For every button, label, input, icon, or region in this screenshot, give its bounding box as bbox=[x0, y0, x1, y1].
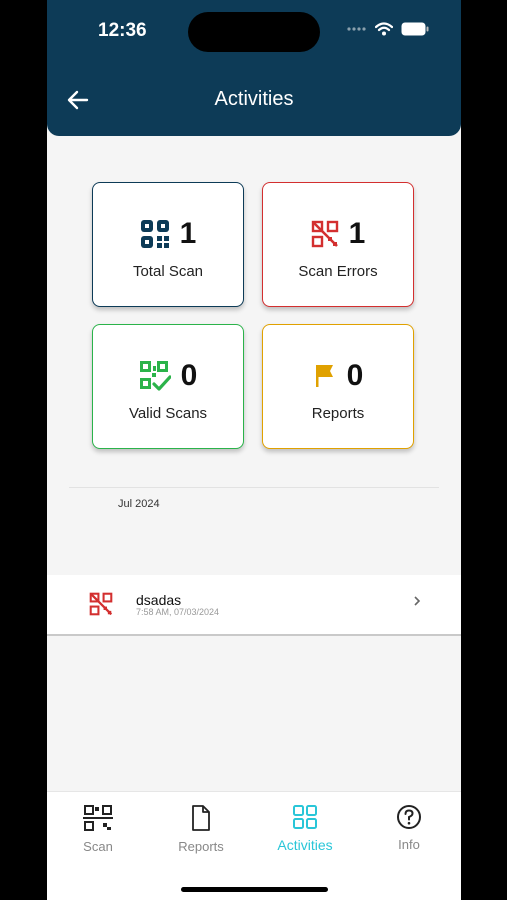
chevron-right-icon bbox=[414, 596, 421, 606]
tab-reports[interactable]: Reports bbox=[161, 804, 241, 854]
reports-card[interactable]: 0 Reports bbox=[262, 324, 414, 449]
reports-count: 0 bbox=[346, 359, 364, 392]
item-datetime: 7:58 AM, 07/03/2024 bbox=[136, 607, 220, 617]
signal-dots-icon bbox=[347, 27, 366, 31]
app-screen: 12:36 Activities 1 Total Scan 1 Scan Err… bbox=[47, 0, 461, 900]
qr-scan-icon bbox=[83, 805, 113, 831]
valid-qr-icon bbox=[139, 361, 171, 391]
bottom-tab-bar: Scan Reports Activities Info bbox=[47, 791, 461, 900]
valid-scans-label: Valid Scans bbox=[128, 405, 208, 422]
page-title: Activities bbox=[214, 88, 294, 110]
valid-scans-count: 0 bbox=[180, 359, 198, 392]
tab-scan-label: Scan bbox=[83, 839, 113, 854]
section-divider bbox=[69, 487, 439, 488]
home-indicator bbox=[181, 887, 328, 892]
scan-error-icon bbox=[89, 592, 113, 616]
list-item[interactable]: dsadas 7:58 AM, 07/03/2024 bbox=[47, 575, 461, 636]
total-scan-label: Total Scan bbox=[132, 263, 204, 280]
battery-icon bbox=[401, 22, 429, 36]
status-icons bbox=[347, 22, 429, 36]
tab-reports-label: Reports bbox=[178, 839, 224, 854]
dynamic-island bbox=[188, 12, 320, 52]
document-icon bbox=[192, 805, 210, 831]
header: 12:36 Activities bbox=[47, 0, 461, 136]
total-scan-count: 1 bbox=[179, 217, 197, 250]
wifi-icon bbox=[375, 22, 393, 36]
scan-errors-card[interactable]: 1 Scan Errors bbox=[262, 182, 414, 307]
month-header: Jul 2024 bbox=[118, 498, 160, 510]
grid-icon bbox=[293, 805, 317, 829]
reports-label: Reports bbox=[311, 405, 365, 422]
status-time: 12:36 bbox=[98, 20, 147, 41]
item-name: dsadas bbox=[136, 592, 182, 608]
help-circle-icon bbox=[397, 805, 421, 829]
scan-errors-count: 1 bbox=[348, 217, 366, 250]
tab-activities[interactable]: Activities bbox=[265, 804, 345, 853]
scan-errors-label: Scan Errors bbox=[298, 263, 378, 280]
scan-error-icon bbox=[311, 220, 338, 248]
valid-scans-card[interactable]: 0 Valid Scans bbox=[92, 324, 244, 449]
tab-info-label: Info bbox=[398, 837, 420, 852]
tab-scan[interactable]: Scan bbox=[58, 804, 138, 854]
flag-icon bbox=[315, 365, 333, 387]
total-scan-card[interactable]: 1 Total Scan bbox=[92, 182, 244, 307]
tab-info[interactable]: Info bbox=[369, 804, 449, 852]
tab-activities-label: Activities bbox=[277, 837, 333, 853]
qr-code-icon bbox=[140, 220, 169, 248]
